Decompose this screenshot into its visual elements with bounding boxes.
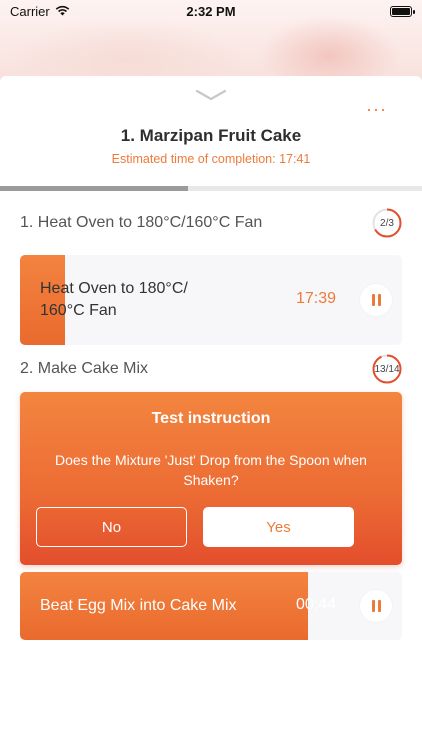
- instruction-card[interactable]: Heat Oven to 180°C/ 160°C Fan 17:39: [20, 255, 402, 345]
- wifi-icon: [55, 4, 70, 19]
- step-counter-ring: 13/14: [372, 354, 402, 384]
- test-title: Test instruction: [151, 410, 271, 427]
- test-instruction-card: Test instruction Does the Mixture 'Just'…: [20, 392, 402, 565]
- battery-icon: [390, 5, 415, 17]
- timer-value: 17:39: [296, 290, 337, 307]
- status-bar: Carrier 2:32 PM: [0, 0, 422, 22]
- page-title: 1. Marzipan Fruit Cake: [120, 126, 302, 145]
- recipe-sheet: ··· 1. Marzipan Fruit Cake Estimated tim…: [0, 76, 422, 750]
- step-title: 1. Heat Oven to 180°C/160°C Fan: [20, 214, 263, 231]
- pause-button[interactable]: [360, 284, 392, 316]
- more-icon[interactable]: ···: [366, 100, 387, 118]
- instruction-text: Beat Egg Mix into Cake Mix: [40, 597, 237, 614]
- pause-button[interactable]: [360, 590, 392, 622]
- timer-value: 00:44: [296, 596, 337, 613]
- step-header-1: 1. Heat Oven to 180°C/160°C Fan 2/3: [20, 208, 402, 238]
- recipe-progress-bar: [0, 186, 422, 191]
- step-title: 2. Make Cake Mix: [20, 360, 149, 377]
- step-counter-ring: 2/3: [372, 208, 402, 238]
- chevron-down-icon[interactable]: [195, 89, 227, 101]
- no-button[interactable]: No: [36, 507, 187, 547]
- completion-time: Estimated time of completion: 17:41: [111, 152, 311, 166]
- pause-icon: [371, 600, 375, 612]
- instruction-card[interactable]: Beat Egg Mix into Cake Mix 00:44: [20, 572, 402, 640]
- step-counter: 2/3: [380, 217, 394, 229]
- recipe-screen: Carrier 2:32 PM ··· 1. Marzipan Fruit Ca…: [0, 0, 422, 750]
- carrier-label: Carrier: [10, 3, 50, 19]
- step-header-2: 2. Make Cake Mix 13/14: [20, 354, 402, 384]
- yes-button[interactable]: Yes: [203, 507, 354, 547]
- instruction-text-line: Heat Oven to 180°C/: [40, 280, 188, 297]
- instruction-text-line: 160°C Fan: [40, 302, 117, 319]
- recipe-progress-fill: [0, 186, 188, 191]
- step-counter: 13/14: [374, 363, 400, 375]
- pause-icon: [371, 294, 375, 306]
- test-question: Does the Mixture 'Just' Drop from the Sp…: [55, 452, 367, 488]
